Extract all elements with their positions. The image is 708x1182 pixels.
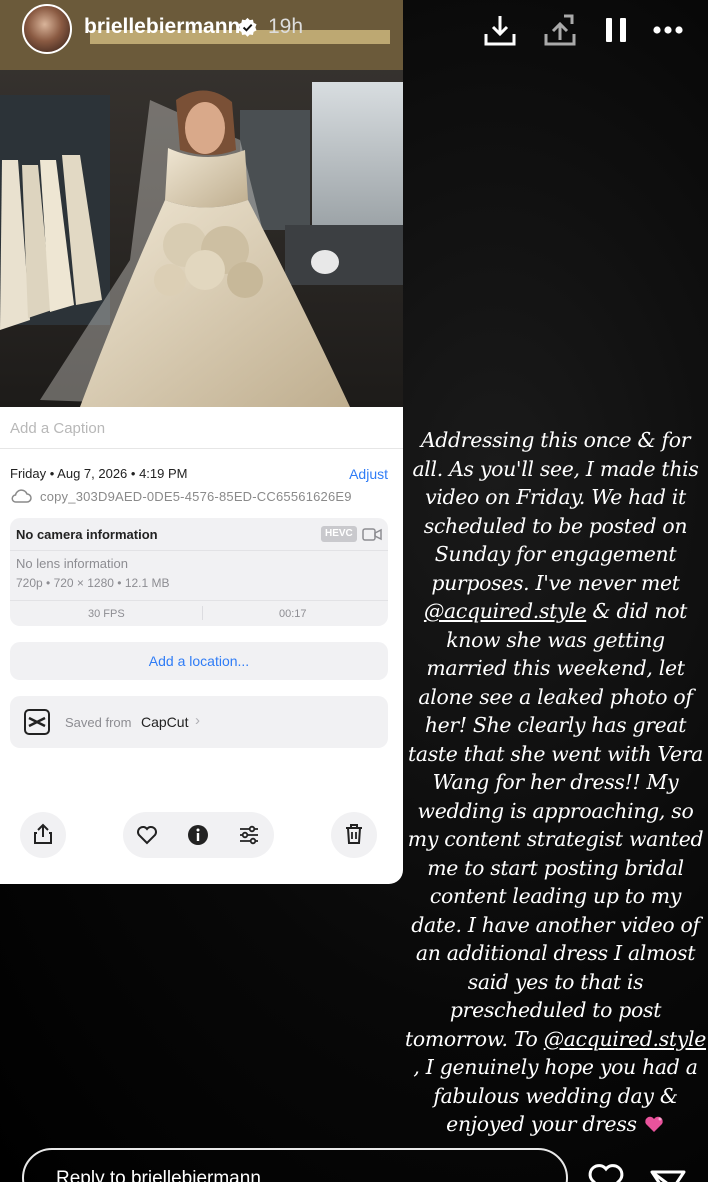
format-badge: HEVC [321, 526, 357, 542]
heart-emoji-icon [645, 1116, 663, 1132]
reply-placeholder: Reply to briellebiermann [56, 1168, 261, 1182]
send-icon[interactable] [648, 1158, 688, 1182]
verified-badge-icon [238, 17, 257, 37]
adjustments-icon[interactable] [237, 823, 261, 847]
info-divider [10, 600, 388, 601]
username[interactable]: briellebiermann [84, 15, 240, 39]
camera-info-panel: No camera information HEVC No lens infor… [10, 518, 388, 626]
mention-link[interactable]: @acquired.style [544, 1027, 707, 1051]
photo-date-time: Friday • Aug 7, 2026 • 4:19 PM [10, 466, 188, 481]
caption-divider [0, 448, 403, 449]
like-heart-icon[interactable] [586, 1158, 626, 1182]
capcut-icon [24, 709, 50, 735]
more-icon[interactable] [648, 10, 688, 50]
story-text-overlay: Addressing this once & for all. As you'l… [403, 426, 708, 1139]
frame-rate: 30 FPS [88, 608, 125, 620]
add-location-button[interactable]: Add a location... [10, 642, 388, 680]
video-specs: 720p • 720 × 1280 • 12.1 MB [16, 576, 170, 590]
lens-info-label: No lens information [16, 556, 128, 571]
video-camera-icon [362, 528, 382, 541]
pause-icon[interactable] [596, 10, 636, 50]
cloud-icon [11, 489, 32, 503]
adjust-date-button[interactable]: Adjust [349, 466, 388, 482]
story-text-part: Addressing this once & for all. As you'l… [412, 428, 699, 595]
download-icon[interactable] [480, 10, 520, 50]
info-icon[interactable] [186, 823, 210, 847]
saved-from-app: CapCut [141, 714, 189, 730]
reply-input[interactable]: Reply to briellebiermann [22, 1148, 568, 1182]
file-name: copy_303D9AED-0DE5-4576-85ED-CC65561626E… [40, 489, 352, 504]
post-time: 19h [268, 15, 304, 38]
photo-info-screenshot: Add a Caption Friday • Aug 7, 2026 • 4:1… [0, 0, 403, 884]
story-header: briellebiermann 19h [0, 0, 708, 60]
saved-from-row[interactable]: Saved from CapCut › [10, 696, 388, 748]
camera-info-label: No camera information [16, 527, 158, 542]
share-icon [34, 823, 52, 844]
saved-from-label: Saved from [65, 715, 132, 730]
trash-icon [346, 824, 362, 844]
info-vertical-divider [202, 606, 203, 620]
info-divider [10, 550, 388, 551]
heart-icon[interactable] [135, 823, 159, 847]
story-text-part: & did not know she was getting married t… [404, 599, 704, 1051]
wedding-dress-photo [0, 0, 403, 407]
photo-actions-group [123, 812, 274, 858]
delete-button[interactable] [331, 812, 377, 858]
add-caption-field[interactable]: Add a Caption [10, 420, 105, 437]
video-duration: 00:17 [279, 608, 307, 620]
share-button[interactable] [20, 812, 66, 858]
avatar[interactable] [22, 4, 72, 54]
mention-link[interactable]: @acquired.style [424, 599, 587, 623]
chevron-right-icon: › [195, 712, 200, 729]
add-to-story-icon[interactable] [540, 10, 580, 50]
